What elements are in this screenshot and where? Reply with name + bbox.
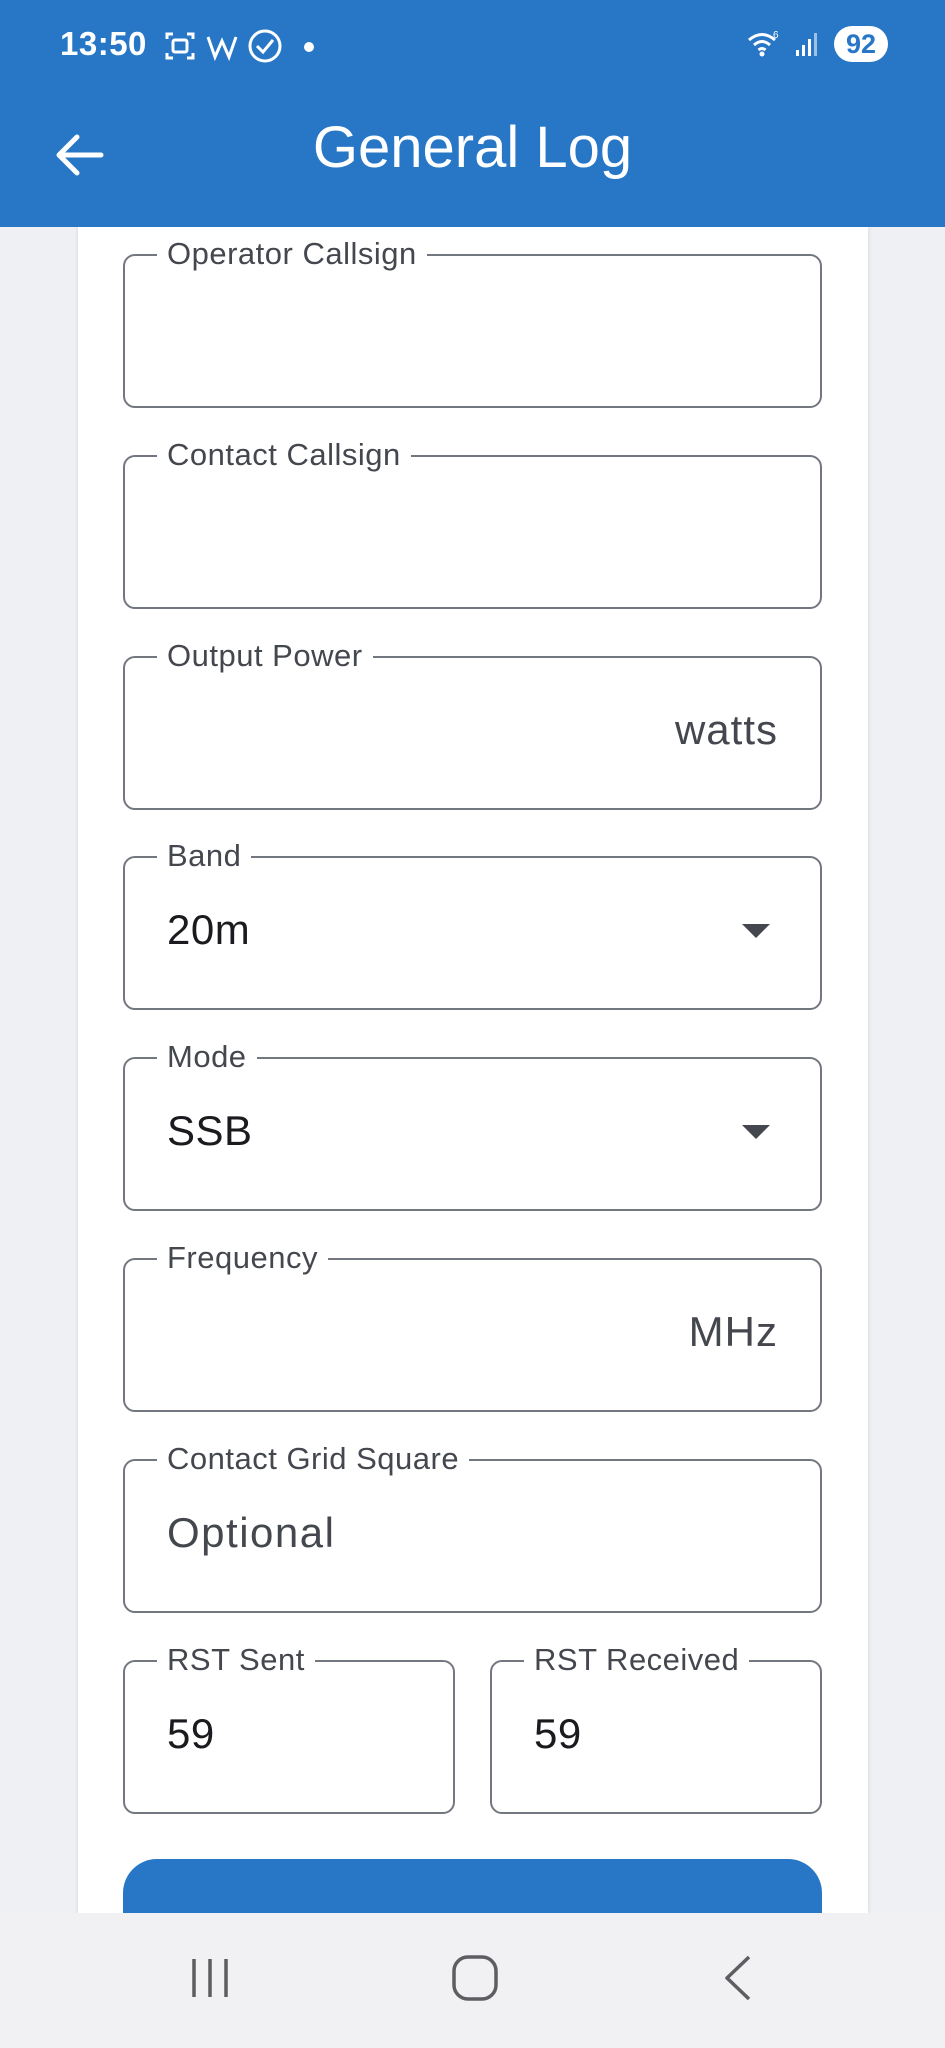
check-circle-icon (248, 29, 282, 63)
recent-apps-button[interactable] (155, 1938, 265, 2018)
mode-label: Mode (157, 1038, 257, 1076)
screenshot-icon (165, 32, 195, 60)
grid-square-field[interactable]: Contact Grid Square Optional (123, 1440, 822, 1613)
rst-sent-label: RST Sent (157, 1641, 315, 1679)
app-bar: 13:50 6 92 General Log (0, 0, 945, 227)
output-power-label: Output Power (157, 637, 373, 675)
w-app-icon (206, 36, 238, 62)
grid-square-hint: Optional (167, 1509, 336, 1556)
chevron-down-icon (742, 924, 770, 938)
status-notification-icons (163, 28, 321, 64)
home-button[interactable] (420, 1938, 530, 2018)
nav-back-button[interactable] (685, 1938, 795, 2018)
back-icon (725, 1955, 751, 2001)
home-icon (452, 1955, 498, 2001)
svg-text:6: 6 (773, 30, 779, 41)
band-label: Band (157, 837, 252, 875)
toolbar: General Log (0, 90, 945, 227)
frequency-label: Frequency (157, 1239, 328, 1277)
dot-icon (304, 42, 314, 52)
rst-sent-field[interactable]: RST Sent 59 (123, 1641, 455, 1814)
status-time: 13:50 (60, 25, 147, 62)
contact-callsign-field[interactable]: Contact Callsign (123, 436, 822, 609)
rst-sent-value: 59 (167, 1710, 215, 1757)
rst-received-value: 59 (534, 1710, 582, 1757)
band-dropdown[interactable]: Band 20m (123, 837, 822, 1010)
signal-icon (796, 33, 817, 56)
grid-square-label: Contact Grid Square (157, 1440, 470, 1478)
mode-value: SSB (167, 1107, 253, 1154)
output-power-suffix: watts (674, 706, 778, 753)
rst-received-label: RST Received (524, 1641, 750, 1679)
chevron-down-icon (742, 1125, 770, 1139)
battery-badge: 92 (834, 26, 888, 62)
status-system-icons: 6 92 (746, 26, 888, 62)
operator-callsign-field[interactable]: Operator Callsign (123, 235, 822, 408)
status-bar: 13:50 6 92 (0, 0, 945, 90)
rst-received-field[interactable]: RST Received 59 (490, 1641, 822, 1814)
band-value: 20m (167, 906, 251, 953)
system-nav-bar (0, 1913, 945, 2048)
frequency-suffix: MHz (688, 1308, 778, 1355)
contact-callsign-label: Contact Callsign (157, 436, 411, 474)
output-power-field[interactable]: Output Power watts (123, 637, 822, 810)
operator-callsign-label: Operator Callsign (157, 235, 427, 273)
page-title: General Log (312, 115, 633, 180)
wifi-icon: 6 (748, 30, 779, 57)
mode-dropdown[interactable]: Mode SSB (123, 1038, 822, 1211)
frequency-field[interactable]: Frequency MHz (123, 1239, 822, 1412)
recent-apps-icon (192, 1959, 228, 1997)
